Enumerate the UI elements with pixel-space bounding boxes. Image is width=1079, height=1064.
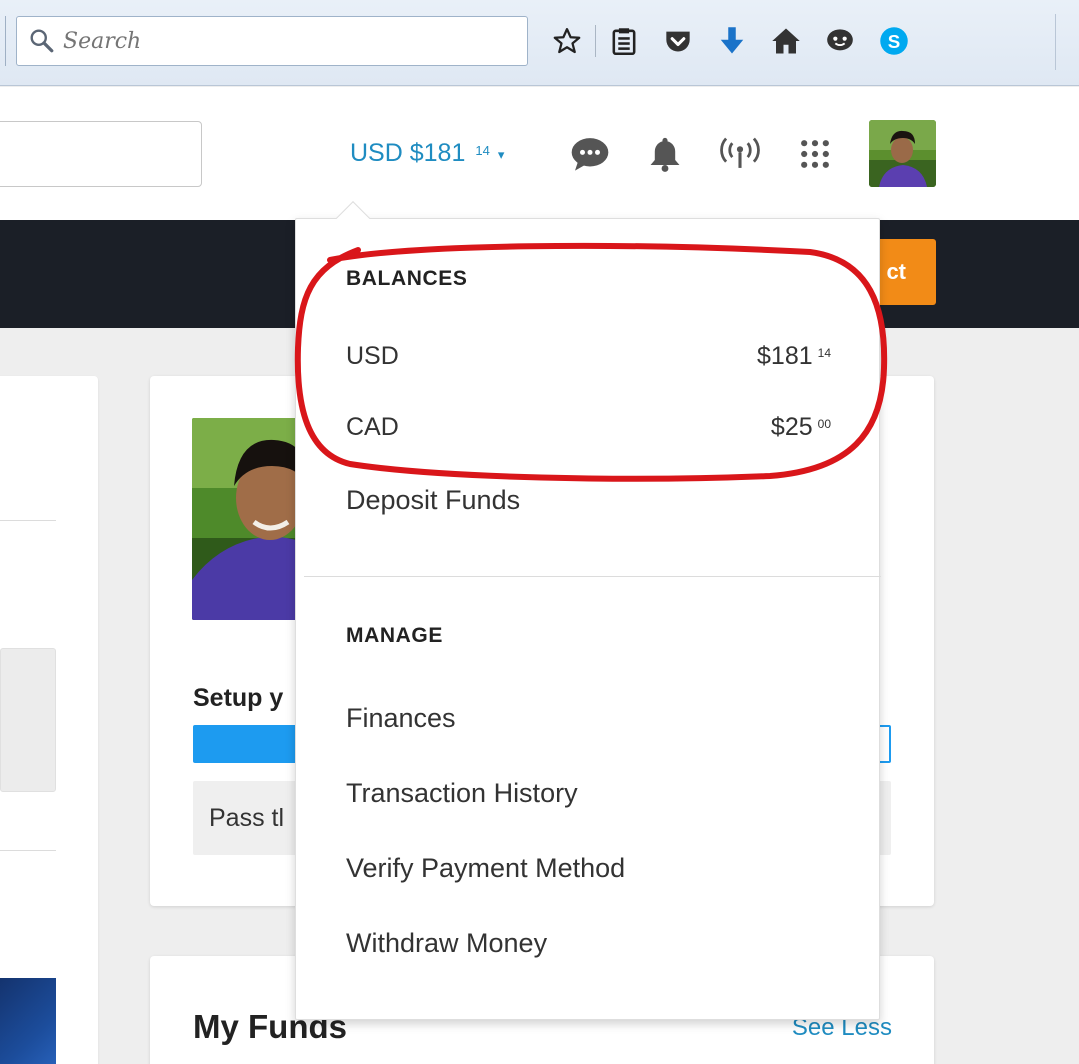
notifications-icon[interactable] — [642, 131, 688, 177]
chevron-down-icon: ▾ — [497, 147, 505, 162]
dropdown-divider — [304, 576, 881, 577]
balance-cents: 14 — [817, 346, 831, 360]
balance-currency: CAD — [346, 413, 399, 441]
balance-dropdown-toggle[interactable]: USD $181 14 ▾ — [350, 139, 504, 168]
balance-currency: USD — [346, 342, 399, 370]
balance-value: $25 00 — [771, 413, 831, 442]
withdraw-money-link[interactable]: Withdraw Money — [346, 928, 547, 959]
chat-icon[interactable] — [818, 19, 862, 63]
balance-amount: $25 — [770, 413, 813, 441]
toolbar-left-edge — [0, 16, 6, 66]
balance-dropdown-menu: BALANCES USD $181 14 CAD $25 00 Deposit … — [295, 201, 881, 1020]
balance-amount: $181 — [757, 342, 813, 370]
balances-heading: BALANCES — [346, 267, 468, 290]
balance-cents: 14 — [475, 143, 490, 158]
star-icon[interactable] — [545, 19, 589, 63]
manage-heading: MANAGE — [346, 624, 443, 647]
home-icon[interactable] — [764, 19, 808, 63]
messages-icon[interactable] — [567, 131, 613, 177]
svg-text:S: S — [888, 31, 901, 52]
balance-cents: 00 — [817, 417, 831, 431]
browser-toolbar-icons: S — [545, 16, 926, 66]
balance-row-usd: USD $181 14 — [346, 342, 831, 371]
setup-title: Setup y — [193, 684, 284, 712]
balance-amount: USD $181 — [350, 139, 466, 167]
divider — [0, 850, 56, 851]
deposit-funds-link[interactable]: Deposit Funds — [346, 485, 520, 516]
verify-payment-method-link[interactable]: Verify Payment Method — [346, 853, 625, 884]
reading-list-icon[interactable] — [602, 19, 646, 63]
broadcast-icon[interactable] — [717, 131, 763, 177]
progress-fill — [195, 727, 300, 761]
divider — [0, 520, 56, 521]
site-header: USD $181 14 ▾ — [0, 87, 1079, 220]
toolbar-separator — [595, 25, 596, 57]
transaction-history-link[interactable]: Transaction History — [346, 778, 578, 809]
pocket-icon[interactable] — [656, 19, 700, 63]
browser-search-box[interactable] — [16, 16, 528, 66]
browser-search-input[interactable] — [63, 28, 503, 54]
apps-grid-icon[interactable] — [792, 131, 838, 177]
toolbar-right-edge — [1055, 14, 1056, 70]
balance-value: $181 14 — [757, 342, 831, 371]
site-search-input[interactable] — [0, 121, 202, 187]
search-icon — [30, 29, 54, 53]
finances-link[interactable]: Finances — [346, 703, 456, 734]
promo-banner[interactable] — [0, 978, 56, 1064]
balance-row-cad: CAD $25 00 — [346, 413, 831, 442]
download-icon[interactable] — [710, 19, 754, 63]
avatar[interactable] — [869, 120, 936, 187]
browser-toolbar: S — [0, 0, 1079, 86]
left-sidebar-card — [0, 376, 98, 1064]
skype-icon[interactable]: S — [872, 19, 916, 63]
sidebar-panel — [0, 648, 56, 792]
